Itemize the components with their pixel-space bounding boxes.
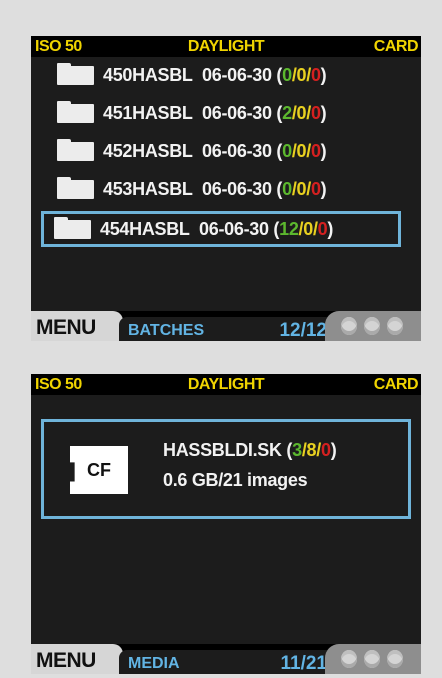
nav-dial-icon (341, 317, 357, 335)
batch-row[interactable]: 453HASBL 06-06-30 (0/0/0) (41, 172, 401, 206)
folder-icon (57, 138, 94, 161)
batch-row[interactable]: 451HASBL 06-06-30 (2/0/0) (41, 96, 401, 130)
selected-count: 0 (296, 64, 307, 85)
top-status-bar: ISO 50 DAYLIGHT CARD (31, 36, 421, 57)
batch-name: 452HASBL (103, 140, 193, 161)
batch-count-close: ) (320, 140, 327, 161)
batch-date: 06-06-30 (199, 218, 269, 239)
media-tab[interactable]: MEDIA 11/21 (119, 650, 329, 674)
folder-icon (57, 176, 94, 199)
deleted-count: 0 (320, 440, 331, 460)
selected-count: 0 (296, 102, 307, 123)
cf-card-icon: CF (70, 446, 128, 494)
tab-label: BATCHES (128, 322, 205, 339)
item-counter: 12/12 (279, 320, 327, 341)
approved-count: 0 (282, 64, 292, 85)
batch-count-close: ) (320, 102, 327, 123)
batch-row[interactable]: 452HASBL 06-06-30 (0/0/0) (41, 134, 401, 168)
nav-dial-icon (341, 650, 357, 668)
batch-name: 451HASBL (103, 102, 193, 123)
batch-name: 454HASBL (100, 218, 190, 239)
media-card-item[interactable]: CF HASSBLDI.SK (3/8/0) 0.6 GB/21 images (41, 419, 411, 519)
folder-icon (54, 216, 91, 239)
white-balance-indicator[interactable]: DAYLIGHT (31, 374, 421, 395)
batch-name: 450HASBL (103, 64, 193, 85)
item-counter: 11/21 (280, 653, 328, 674)
deleted-count: 0 (317, 218, 328, 239)
batch-label: 450HASBL 06-06-30 (0/0/0) (103, 64, 327, 86)
media-name: HASSBLDI.SK (3/8/0) (163, 440, 337, 461)
navigation-dials[interactable] (325, 311, 421, 341)
batch-count-close: ) (320, 64, 327, 85)
selected-count: 0 (296, 140, 307, 161)
batch-row[interactable]: 450HASBL 06-06-30 (0/0/0) (41, 58, 401, 92)
approved-count: 0 (282, 140, 292, 161)
deleted-count: 0 (310, 64, 321, 85)
deleted-count: 0 (310, 140, 321, 161)
approved-count: 2 (282, 102, 292, 123)
selected-count: 8 (306, 440, 317, 460)
media-info: 0.6 GB/21 images (163, 470, 308, 490)
folder-icon (57, 62, 94, 85)
menu-button[interactable]: MENU (31, 644, 123, 674)
approved-count: 3 (292, 440, 302, 460)
menu-button[interactable]: MENU (31, 311, 123, 341)
top-status-bar: ISO 50 DAYLIGHT CARD (31, 374, 421, 395)
storage-indicator[interactable]: CARD (374, 36, 419, 57)
deleted-count: 0 (310, 178, 321, 199)
deleted-count: 0 (310, 102, 321, 123)
batch-count-close: ) (320, 178, 327, 199)
batch-label: 451HASBL 06-06-30 (2/0/0) (103, 102, 327, 124)
batch-label: 454HASBL 06-06-30 (12/0/0) (100, 219, 333, 240)
batches-tab[interactable]: BATCHES 12/12 (119, 317, 329, 341)
selected-count: 0 (303, 218, 313, 239)
batch-date: 06-06-30 (202, 102, 272, 123)
batch-label: 452HASBL 06-06-30 (0/0/0) (103, 140, 327, 162)
storage-indicator[interactable]: CARD (374, 374, 419, 395)
approved-count: 0 (282, 178, 292, 199)
nav-dial-icon (387, 317, 403, 335)
batch-label: 453HASBL 06-06-30 (0/0/0) (103, 178, 327, 200)
white-balance-indicator[interactable]: DAYLIGHT (31, 36, 421, 57)
media-volume-name: HASSBLDI.SK (163, 440, 282, 460)
batch-date: 06-06-30 (202, 140, 272, 161)
nav-dial-icon (387, 650, 403, 668)
tab-label: MEDIA (128, 655, 180, 672)
batch-row-selected[interactable]: 454HASBL 06-06-30 (12/0/0) (41, 211, 401, 247)
folder-icon (57, 100, 94, 123)
batch-name: 453HASBL (103, 178, 193, 199)
media-screen: ISO 50 DAYLIGHT CARD CF HASSBLDI.SK (3/8… (31, 374, 421, 674)
batches-screen: ISO 50 DAYLIGHT CARD 450HASBL 06-06-30 (… (31, 36, 421, 341)
media-count-close: ) (330, 440, 337, 460)
bottom-bar: MENU BATCHES 12/12 (31, 311, 421, 341)
batch-date: 06-06-30 (202, 64, 272, 85)
bottom-bar: MENU MEDIA 11/21 (31, 644, 421, 674)
selected-count: 0 (296, 178, 307, 199)
batch-date: 06-06-30 (202, 178, 272, 199)
batch-count-close: ) (327, 218, 334, 239)
nav-dial-icon (364, 317, 380, 335)
approved-count: 12 (279, 218, 299, 239)
navigation-dials[interactable] (325, 644, 421, 674)
nav-dial-icon (364, 650, 380, 668)
